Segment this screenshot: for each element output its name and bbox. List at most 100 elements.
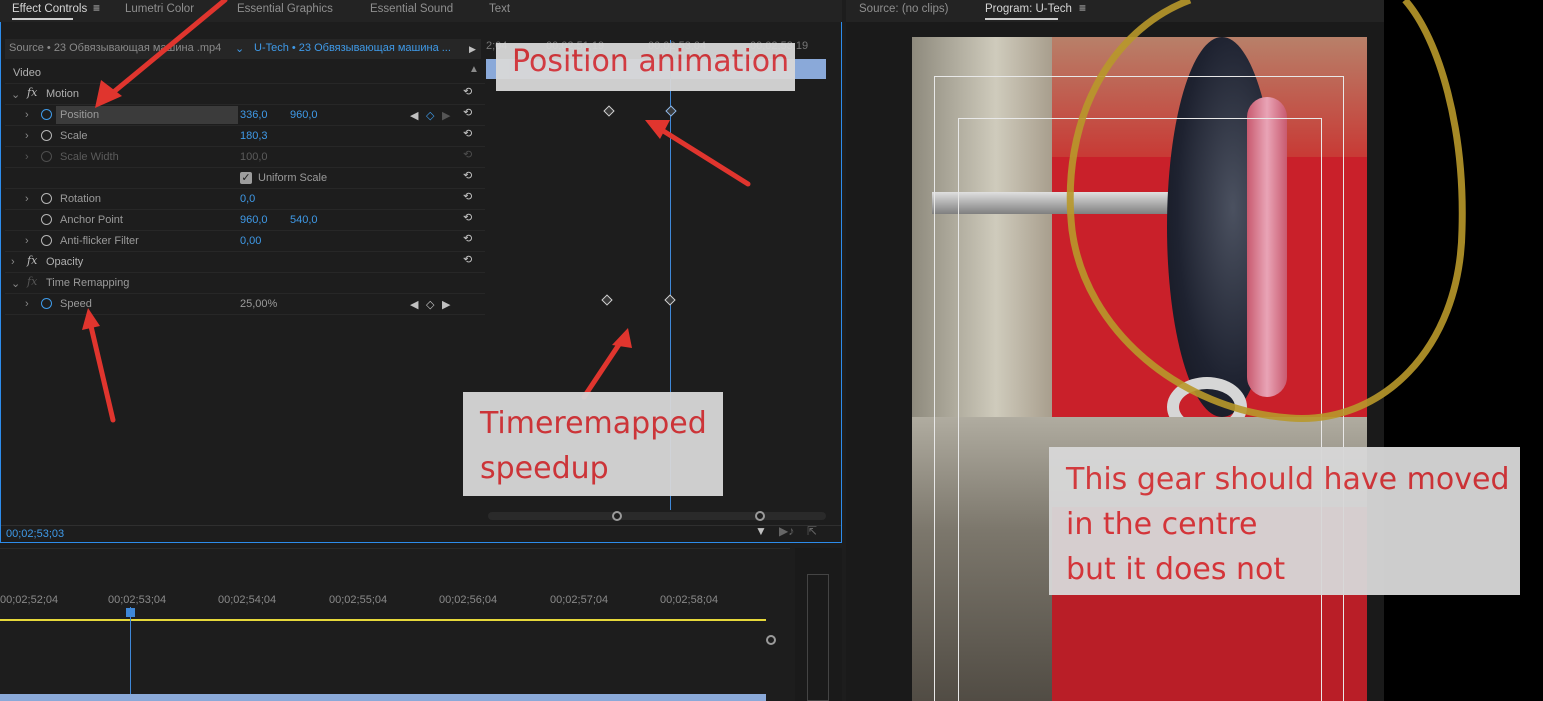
speed-row[interactable]: › Speed 25,00% ◀ ◇ ▶ [5,294,485,315]
timeline-scroll-knob[interactable] [766,635,776,645]
gear-note-callout: This gear should have moved in the centr… [1049,447,1520,595]
stopwatch-icon[interactable] [41,298,52,309]
callout-line: speedup [480,451,609,486]
timeline-timecode: 00;02;56;04 [439,594,498,606]
hamburger-menu-icon[interactable]: ≡ [1079,1,1086,15]
work-area-bar[interactable] [0,619,766,621]
ec-scrollbar[interactable] [488,511,826,521]
audio-icon[interactable]: ▶♪ [779,524,794,538]
tab-essential-sound[interactable]: Essential Sound [370,3,453,15]
motion-label: Motion [46,88,80,100]
next-keyframe-icon[interactable]: ▶ [442,298,450,311]
anchor-x-value[interactable]: 960,0 [240,214,268,226]
scroll-knob-right[interactable] [755,511,765,521]
chevron-right-icon[interactable]: › [25,193,29,205]
callout-line: but it does not [1066,552,1286,587]
rotation-row[interactable]: › Rotation 0,0 ⟲ [5,189,485,210]
anti-flicker-label: Anti-flicker Filter [60,235,139,247]
reset-icon[interactable]: ⟲ [463,211,472,224]
chevron-down-icon[interactable]: ⌄ [235,42,244,55]
chevron-right-icon[interactable]: › [25,130,29,142]
time-remapping-row[interactable]: ⌄ fx Time Remapping [5,273,485,294]
fx-icon: fx [27,275,38,288]
motion-row[interactable]: ⌄ fx Motion ⟲ [5,84,485,105]
tab-program-monitor[interactable]: Program: U-Tech [985,3,1072,20]
position-keyframe[interactable] [603,105,615,117]
reset-icon[interactable]: ⟲ [463,232,472,245]
scroll-knob-left[interactable] [612,511,622,521]
speed-value[interactable]: 25,00% [240,298,277,310]
position-row[interactable]: › Position 336,0 960,0 ◀ ◇ ▶ ⟲ [5,105,485,126]
rotation-value[interactable]: 0,0 [240,193,255,205]
chevron-down-icon[interactable]: ⌄ [11,277,20,290]
uniform-scale-row[interactable]: ✓ Uniform Scale ⟲ [5,168,485,189]
anchor-y-value[interactable]: 540,0 [290,214,318,226]
scale-value[interactable]: 180,3 [240,130,268,142]
playhead[interactable] [130,607,131,701]
chevron-right-icon[interactable]: › [25,298,29,310]
reset-icon[interactable]: ⟲ [463,169,472,182]
stopwatch-icon[interactable] [41,193,52,204]
chevron-right-icon[interactable]: › [25,235,29,247]
anchor-point-row[interactable]: Anchor Point 960,0 540,0 ⟲ [5,210,485,231]
collapse-up-icon[interactable]: ▲ [469,64,479,75]
add-keyframe-icon[interactable]: ◇ [426,109,434,122]
audio-meter [795,548,842,701]
transform-inner-box[interactable] [958,118,1322,701]
add-keyframe-icon[interactable]: ◇ [426,298,434,311]
speed-keyframe[interactable] [664,294,676,306]
chevron-down-icon[interactable]: ⌄ [11,88,20,101]
anti-flicker-value[interactable]: 0,00 [240,235,261,247]
stopwatch-icon[interactable] [41,109,52,120]
prev-keyframe-icon[interactable]: ◀ [410,109,418,122]
tab-source-monitor[interactable]: Source: (no clips) [859,3,948,15]
scale-width-label: Scale Width [60,151,119,163]
stopwatch-icon[interactable] [41,235,52,246]
position-label: Position [60,109,100,121]
filter-icon[interactable]: ▼ [755,524,767,538]
hamburger-menu-icon[interactable]: ≡ [93,1,100,15]
reset-icon[interactable]: ⟲ [463,85,472,98]
tab-effect-controls[interactable]: Effect Controls [12,3,87,20]
tab-essential-graphics[interactable]: Essential Graphics [237,3,333,15]
position-x-value[interactable]: 336,0 [240,109,268,121]
anti-flicker-row[interactable]: › Anti-flicker Filter 0,00 ⟲ [5,231,485,252]
source-selector-row: Source • 23 Обвязывающая машина .mp4 ⌄ U… [5,39,481,59]
timeline-timecode: 00;02;55;04 [329,594,388,606]
speed-keyframe[interactable] [601,294,613,306]
fx-icon[interactable]: fx [27,254,37,267]
clip-track[interactable] [0,694,766,701]
ec-current-timecode[interactable]: 00;02;53;03 [6,528,64,540]
uniform-scale-label: Uniform Scale [258,172,328,184]
reset-icon[interactable]: ⟲ [463,253,472,266]
reset-icon[interactable]: ⟲ [463,127,472,140]
stopwatch-icon[interactable] [41,214,52,225]
timeline-timecode: 00;02;53;04 [108,594,167,606]
export-icon[interactable]: ⇱ [807,524,817,538]
prev-keyframe-icon[interactable]: ◀ [410,298,418,311]
position-keyframe[interactable] [665,105,677,117]
fx-icon[interactable]: fx [27,86,37,99]
tab-lumetri-color[interactable]: Lumetri Color [125,3,194,15]
sequence-timeline[interactable]: 00;02;52;04 00;02;53;04 00;02;54;04 00;0… [0,548,790,701]
timeline-timecode: 00;02;58;04 [660,594,719,606]
video-section-label: Video [13,67,41,79]
stopwatch-icon[interactable] [41,130,52,141]
time-remapping-label: Time Remapping [46,277,130,289]
reset-icon[interactable]: ⟲ [463,106,472,119]
reset-icon[interactable]: ⟲ [463,190,472,203]
scale-width-row: › Scale Width 100,0 ⟲ [5,147,485,168]
chevron-right-icon[interactable]: › [11,256,15,268]
timeline-timecode: 00;02;54;04 [218,594,277,606]
scale-row[interactable]: › Scale 180,3 ⟲ [5,126,485,147]
chevron-right-icon[interactable]: › [25,109,29,121]
source-clip-label[interactable]: Source • 23 Обвязывающая машина .mp4 [9,42,221,54]
video-header-row: Video ▲ [5,63,485,84]
opacity-row[interactable]: › fx Opacity ⟲ [5,252,485,273]
sequence-clip-label[interactable]: U-Tech • 23 Обвязывающая машина ... [254,42,451,54]
uniform-scale-checkbox[interactable]: ✓ [240,172,252,184]
next-keyframe-icon[interactable]: ▶ [442,109,450,122]
play-only-clip-icon[interactable]: ▶ [469,44,476,55]
tab-text[interactable]: Text [489,3,510,15]
position-y-value[interactable]: 960,0 [290,109,318,121]
